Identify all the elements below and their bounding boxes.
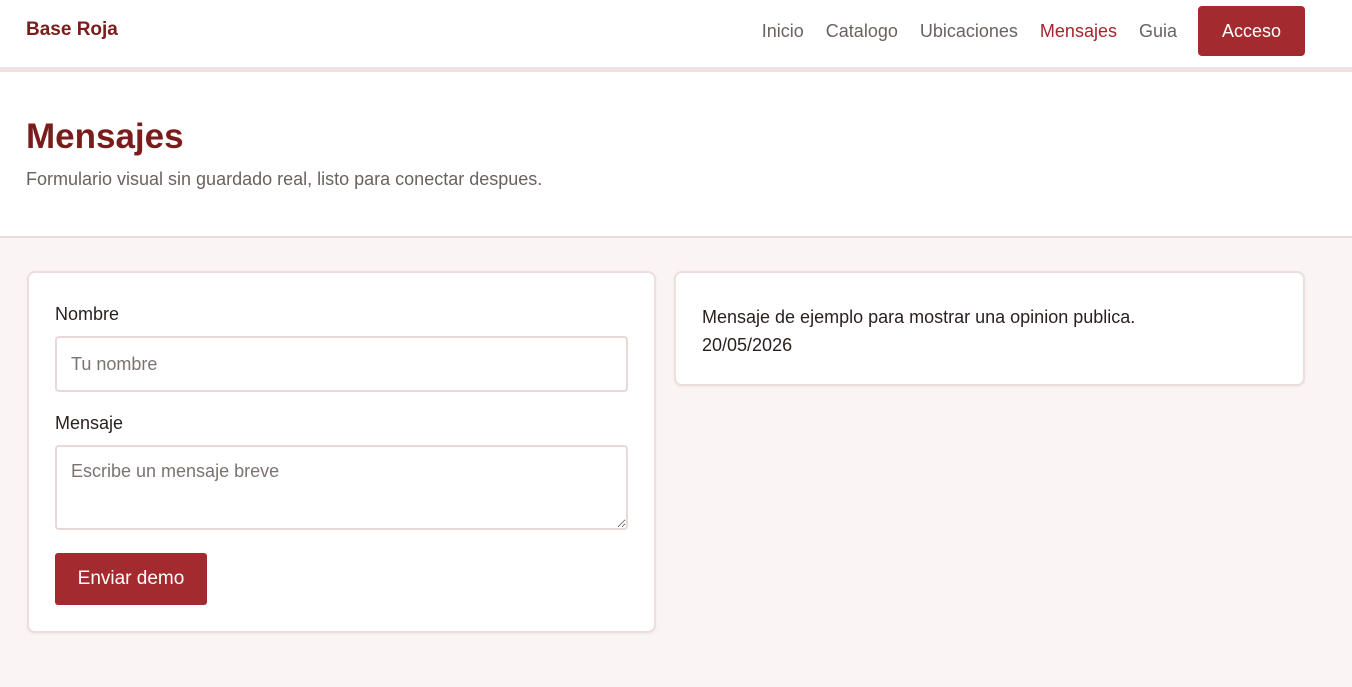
nav-link-inicio[interactable]: Inicio — [762, 21, 804, 42]
page-title: Mensajes — [26, 117, 184, 156]
submit-demo-button[interactable]: Enviar demo — [55, 553, 207, 605]
message-text: Mensaje de ejemplo para mostrar una opin… — [702, 307, 1136, 327]
nav-link-catalogo[interactable]: Catalogo — [826, 21, 898, 42]
brand-logo-text[interactable]: Base Roja — [26, 19, 118, 41]
page-header: Mensajes Formulario visual sin guardado … — [0, 72, 1352, 238]
main-nav: Inicio Catalogo Ubicaciones Mensajes Gui… — [740, 6, 1305, 56]
nav-link-mensajes[interactable]: Mensajes — [1040, 21, 1117, 42]
message-content: Mensaje de ejemplo para mostrar una opin… — [702, 303, 1135, 359]
message-date: 20/05/2026 — [702, 335, 793, 355]
name-label: Nombre — [55, 304, 120, 324]
nav-link-guia[interactable]: Guia — [1139, 21, 1177, 42]
message-label: Mensaje — [55, 413, 124, 433]
name-input[interactable] — [55, 336, 628, 392]
nav-link-ubicaciones[interactable]: Ubicaciones — [920, 21, 1018, 42]
page-subtitle: Formulario visual sin guardado real, lis… — [26, 169, 543, 189]
message-form-card: Nombre Mensaje Enviar demo — [27, 271, 656, 633]
message-card: Mensaje de ejemplo para mostrar una opin… — [674, 271, 1305, 386]
top-navbar: Base Roja Inicio Catalogo Ubicaciones Me… — [0, 0, 1352, 72]
login-button[interactable]: Acceso — [1198, 6, 1305, 56]
message-textarea[interactable] — [55, 445, 628, 530]
